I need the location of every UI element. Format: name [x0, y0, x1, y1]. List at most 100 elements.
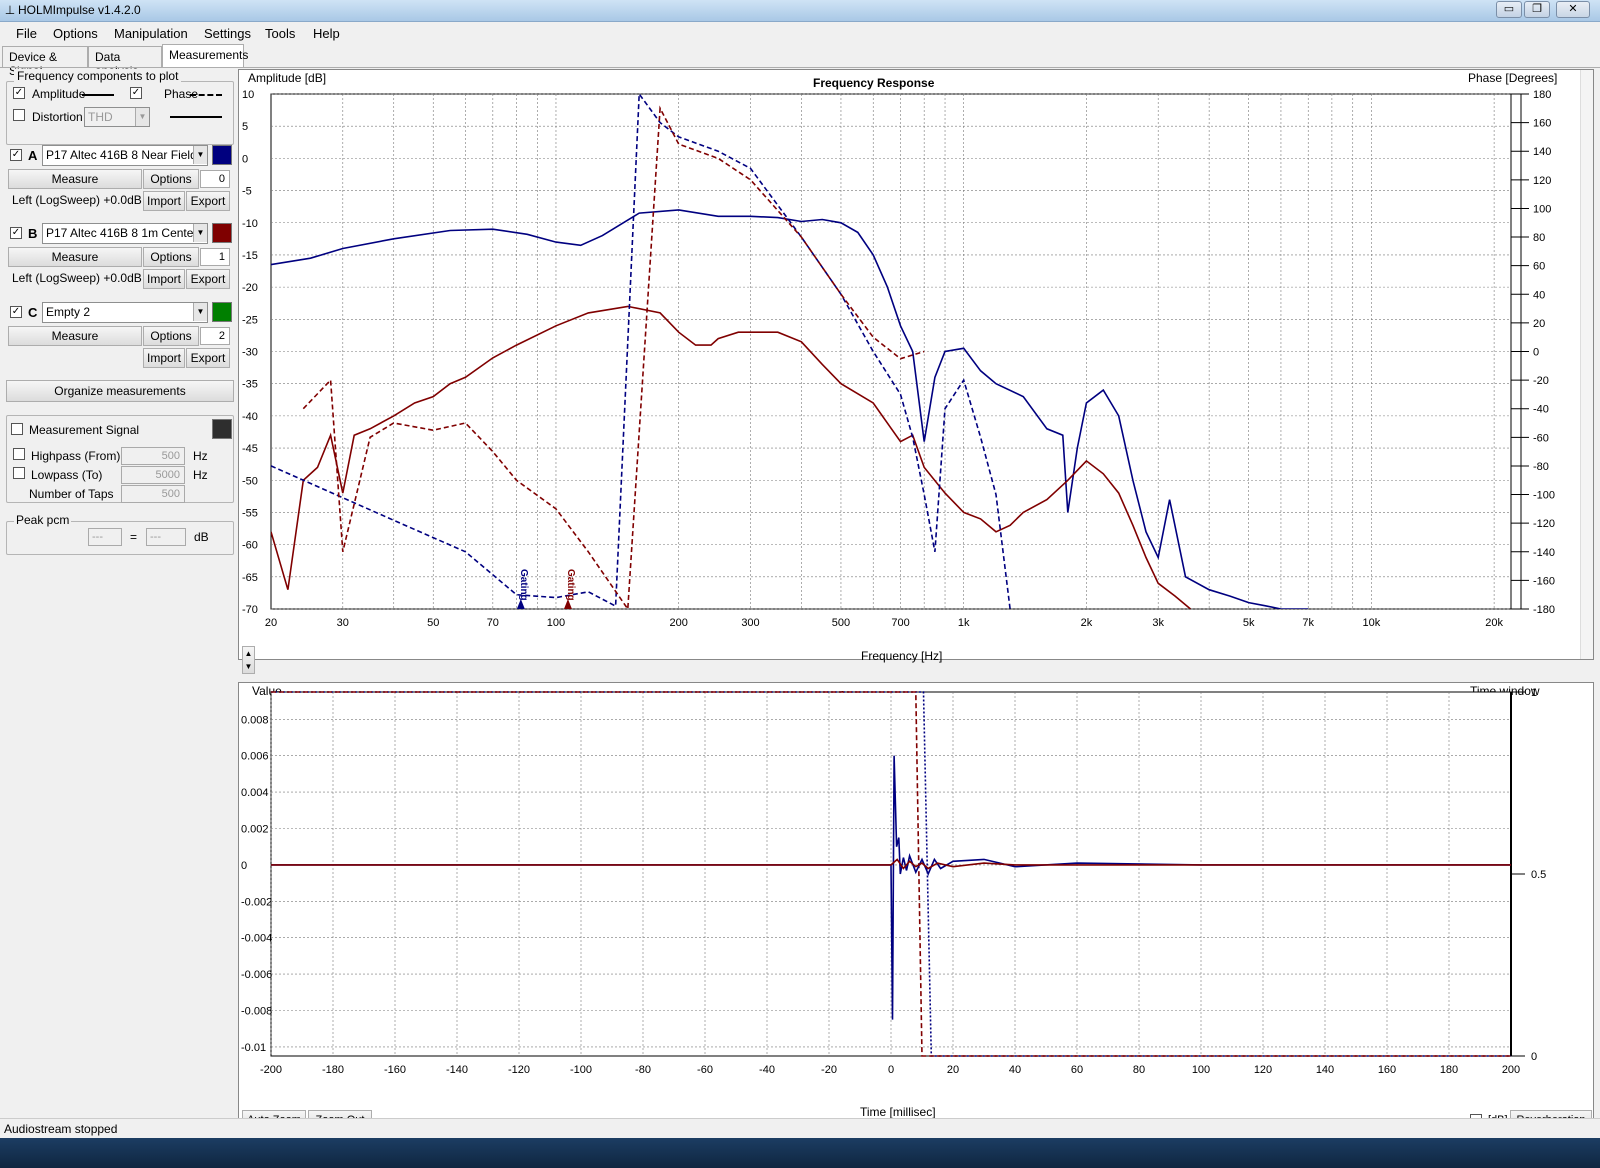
measurement-a-checkbox[interactable]: ✓: [10, 149, 22, 161]
y2-tick-label: 0: [1531, 1051, 1537, 1063]
peak-left-field: ---: [88, 528, 122, 546]
signal-color-swatch[interactable]: [212, 419, 232, 439]
measurement-c-measure-button[interactable]: Measure: [8, 326, 142, 346]
y2-tick-label: 0: [1533, 347, 1539, 359]
x-tick-label: 700: [891, 617, 909, 629]
y-tick-label: -20: [242, 282, 258, 294]
x-tick-label: 70: [487, 617, 499, 629]
freq-scrollbar[interactable]: [1580, 70, 1593, 659]
x-tick-label: 30: [337, 617, 349, 629]
measurement-b-select[interactable]: P17 Altec 416B 8 1m Centered ▼: [42, 223, 208, 244]
measurement-signal-label: Measurement Signal: [29, 423, 140, 437]
measurement-c-index-stepper[interactable]: 2: [200, 327, 230, 345]
menu-settings[interactable]: Settings: [204, 26, 251, 41]
y-tick-label: -5: [242, 186, 252, 198]
peak-unit: dB: [194, 530, 209, 544]
distortion-checkbox[interactable]: [13, 109, 25, 121]
measurement-c-options-button[interactable]: Options: [143, 326, 199, 346]
measurement-b-export-button[interactable]: Export: [186, 269, 230, 289]
measurement-a-index-stepper[interactable]: 0: [200, 170, 230, 188]
phase-checkbox[interactable]: ✓: [130, 87, 142, 99]
menu-help[interactable]: Help: [313, 26, 340, 41]
measurement-c-color-swatch[interactable]: [212, 302, 232, 322]
measurement-b-measure-button[interactable]: Measure: [8, 247, 142, 267]
maximize-button[interactable]: ❐: [1524, 1, 1550, 18]
lowpass-checkbox[interactable]: [13, 467, 25, 479]
highpass-stepper[interactable]: 500: [121, 447, 185, 465]
tab-data-analysis[interactable]: Data analysis: [88, 46, 162, 78]
y2-tick-label: 40: [1533, 289, 1545, 301]
y-tick-label: -55: [242, 507, 258, 519]
y2-tick-label: -120: [1533, 518, 1555, 530]
minimize-button[interactable]: ▭: [1496, 1, 1522, 18]
measurement-b-import-button[interactable]: Import: [143, 269, 185, 289]
menu-options[interactable]: Options: [53, 26, 98, 41]
y-tick-label: 0.006: [241, 751, 269, 763]
x-tick-label: 140: [1316, 1064, 1334, 1076]
measurement-c-checkbox[interactable]: ✓: [10, 306, 22, 318]
phase-line-sample: [190, 94, 222, 96]
y-tick-label: 5: [242, 121, 248, 133]
measurement-a-color-swatch[interactable]: [212, 145, 232, 165]
measurement-a-select[interactable]: P17 Altec 416B 8 Near Field Ce ▼: [42, 145, 208, 166]
impulse-response-chart[interactable]: -200 -180 -160 -140 -120 -100 -80 -60 -40 -20 0 20 4…: [238, 682, 1594, 1130]
zoom-updown-button[interactable]: ▲ ▼: [242, 646, 255, 674]
measurement-b-index-stepper[interactable]: 1: [200, 248, 230, 266]
y2-tick-label: 100: [1533, 203, 1551, 215]
y-tick-label: 0: [241, 860, 247, 872]
measurement-c-select[interactable]: Empty 2 ▼: [42, 302, 208, 323]
menu-file[interactable]: File: [16, 26, 37, 41]
x-tick-label: 180: [1440, 1064, 1458, 1076]
distortion-select[interactable]: THD ▼: [84, 107, 150, 127]
x-tick-label: 7k: [1302, 617, 1314, 629]
peak-title: Peak pcm: [14, 513, 72, 527]
distortion-label: Distortion: [32, 110, 83, 124]
menu-manipulation[interactable]: Manipulation: [114, 26, 188, 41]
x-tick-label: -180: [322, 1064, 344, 1076]
measurement-a-import-button[interactable]: Import: [143, 191, 185, 211]
measurement-c-letter: C: [28, 305, 38, 320]
menu-tools[interactable]: Tools: [265, 26, 295, 41]
amplitude-checkbox[interactable]: ✓: [13, 87, 25, 99]
y-tick-label: -0.004: [241, 933, 272, 945]
organize-measurements-button[interactable]: Organize measurements: [6, 380, 234, 402]
y2-tick-label: -160: [1533, 575, 1555, 587]
taps-stepper[interactable]: 500: [121, 485, 185, 503]
y2-tick-label: -180: [1533, 604, 1555, 616]
x-tick-label: -140: [446, 1064, 468, 1076]
measurement-signal-checkbox[interactable]: [11, 423, 23, 435]
measurement-c-import-button[interactable]: Import: [143, 348, 185, 368]
x-tick-label: 1k: [958, 617, 970, 629]
tab-device-signal[interactable]: Device & Signal: [2, 46, 88, 78]
x-tick-label: 20: [947, 1064, 959, 1076]
y2-tick-label: 0.5: [1531, 869, 1546, 881]
measurement-a-measure-button[interactable]: Measure: [8, 169, 142, 189]
x-tick-label: 120: [1254, 1064, 1272, 1076]
y-tick-label: -0.008: [241, 1006, 272, 1018]
peak-equals: =: [130, 530, 138, 544]
frequency-response-chart[interactable]: 1050-5-10-15-20-25-30-35-40-45-50-55-60-…: [238, 69, 1594, 660]
close-button[interactable]: ✕: [1556, 1, 1590, 18]
chevron-down-icon: ▼: [135, 108, 149, 126]
measurement-a-options-button[interactable]: Options: [143, 169, 199, 189]
tab-measurements[interactable]: Measurements: [162, 44, 248, 68]
measurement-a-letter: A: [28, 148, 38, 163]
tab-divider: [0, 67, 1600, 68]
measurement-c-export-button[interactable]: Export: [186, 348, 230, 368]
measurement-b-options-button[interactable]: Options: [143, 247, 199, 267]
y-tick-label: 0.004: [241, 787, 269, 799]
measurement-a-group: ✓ A P17 Altec 416B 8 Near Field Ce ▼ Meas…: [6, 145, 234, 211]
lowpass-stepper[interactable]: 5000: [121, 466, 185, 484]
y2-tick-label: -40: [1533, 404, 1549, 416]
x-tick-label: -160: [384, 1064, 406, 1076]
status-bar: Audiostream stopped: [0, 1118, 1600, 1138]
highpass-checkbox[interactable]: [13, 448, 25, 460]
y-tick-label: -25: [242, 314, 258, 326]
measurement-a-export-button[interactable]: Export: [186, 191, 230, 211]
measurement-b-checkbox[interactable]: ✓: [10, 227, 22, 239]
measurement-b-color-swatch[interactable]: [212, 223, 232, 243]
app-icon: ⊥: [4, 3, 16, 17]
y-tick-label: -30: [242, 347, 258, 359]
y2-tick-label: -80: [1533, 461, 1549, 473]
y-tick-label: -50: [242, 475, 258, 487]
